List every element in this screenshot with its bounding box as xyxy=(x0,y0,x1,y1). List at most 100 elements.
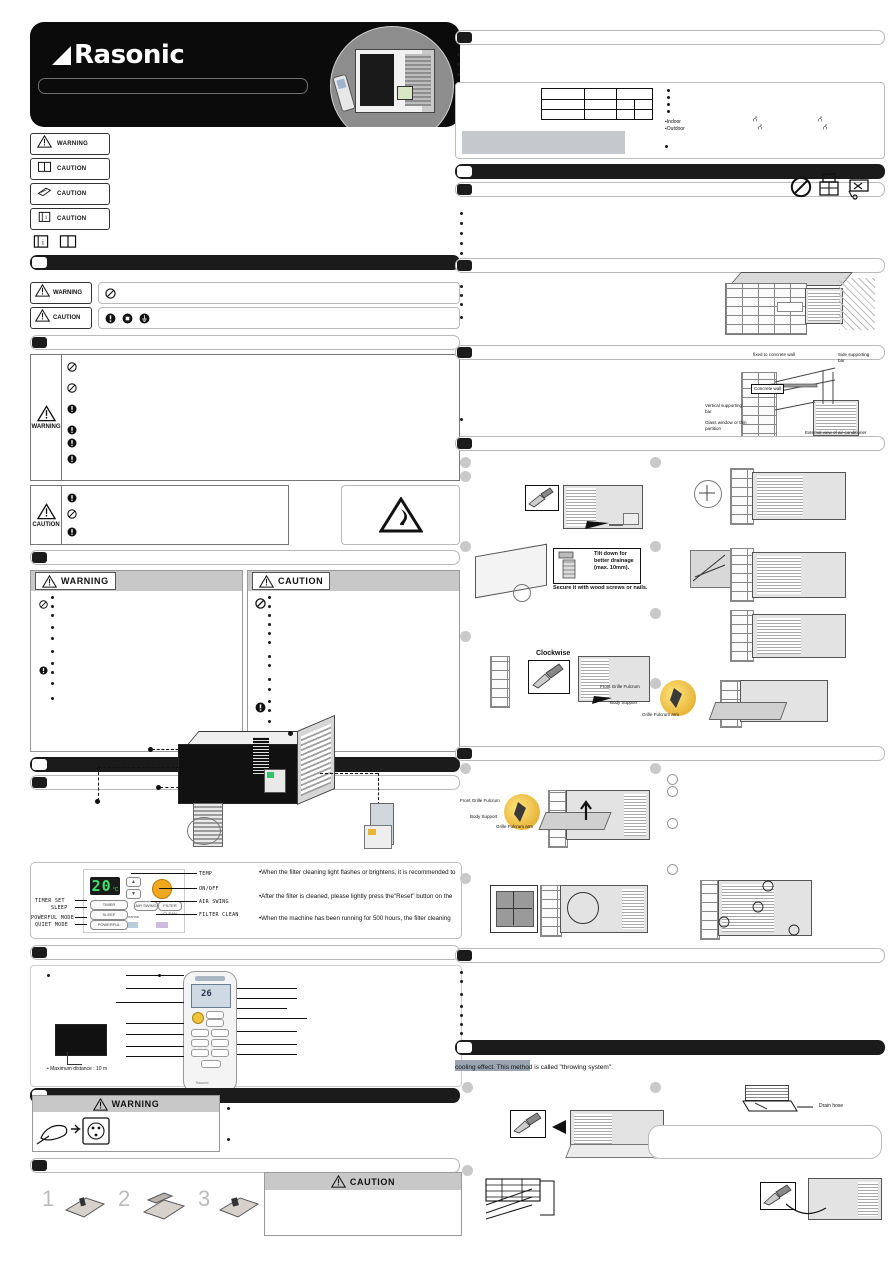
caution-side-text: CAUTION xyxy=(32,521,60,528)
timer-button[interactable]: TIMER xyxy=(90,900,128,910)
subsection-bar-install-location xyxy=(455,258,885,273)
label-outdoor: ▪Outdoor xyxy=(665,126,685,132)
legend-mandatory-box xyxy=(98,307,460,329)
chip-label: WARNING xyxy=(57,141,89,147)
hero-air-conditioner xyxy=(355,49,435,113)
plug-and-socket-icon xyxy=(36,1117,110,1145)
warning-triangle-icon xyxy=(92,1097,108,1111)
mandatory-icon xyxy=(35,662,51,680)
unit-body xyxy=(752,614,846,658)
wall-opening-illustration xyxy=(725,272,875,335)
unit-body xyxy=(560,885,648,933)
notice-panel-warning-head: WARNING xyxy=(31,571,242,591)
tilt-callout: Tilt down for better drainage (max. 10mm… xyxy=(553,548,641,584)
remote-temp-down-button[interactable] xyxy=(206,1019,224,1027)
filter-note-3: •When the machine has been running for 5… xyxy=(259,915,451,922)
label-body-support: Body Support xyxy=(610,700,638,705)
remote-fan-button[interactable] xyxy=(211,1029,229,1037)
remote-temp-up-button[interactable] xyxy=(206,1011,224,1019)
battery-caution-head: CAUTION xyxy=(265,1173,461,1190)
remote-power-button[interactable] xyxy=(192,1012,204,1024)
label-on-off: ON/OFF xyxy=(199,886,219,892)
warning-triangle-icon xyxy=(259,574,274,588)
temp-down-button[interactable]: ▼ xyxy=(126,889,141,899)
no-handcart-icon xyxy=(848,179,869,200)
warning-body xyxy=(62,355,459,480)
step-reassemble xyxy=(700,880,880,944)
remote-mode-button[interactable] xyxy=(191,1029,209,1037)
accessories-bullets xyxy=(458,208,463,258)
legend-prohibit-box xyxy=(98,282,460,304)
hatch-region xyxy=(839,278,875,330)
brick-wall xyxy=(730,468,754,525)
chassis-frame xyxy=(475,543,547,599)
label-grille-fulcrum-arm: Grille Fulcrum arm xyxy=(642,712,680,717)
label-powerful-mode: POWERFUL MODE xyxy=(31,915,75,921)
subsection-bar-front-grille xyxy=(455,746,885,761)
bar-knob xyxy=(32,257,47,268)
louver-direction-icon xyxy=(485,1178,555,1220)
drain-hose-illustration: Drain hose xyxy=(735,1085,875,1125)
powerful-button[interactable]: POWERFUL xyxy=(90,920,128,930)
remote-reset-button[interactable] xyxy=(201,1060,221,1068)
booklet-icon xyxy=(31,185,57,203)
prohibition-icon xyxy=(35,596,51,614)
step-power-connection xyxy=(760,1178,885,1228)
warning-triangle-icon xyxy=(36,405,56,422)
notice-panel-warning-body xyxy=(31,591,242,716)
specs-bullets-right xyxy=(665,87,670,115)
battery-warning-panel: WARNING xyxy=(32,1095,220,1152)
power-on-off-button[interactable] xyxy=(152,879,172,899)
battery-bullet-1 xyxy=(225,1103,230,1113)
step-marker xyxy=(460,763,471,774)
step-marker-outline xyxy=(667,774,678,785)
filter-note-1: •When the filter cleaning light flashes … xyxy=(259,869,456,876)
install-location-bullets xyxy=(458,282,463,325)
seal-detail xyxy=(690,550,732,588)
mandatory-icon xyxy=(252,700,268,718)
specs-gray-block xyxy=(462,131,625,154)
header-title-slot xyxy=(38,78,308,94)
battery-caution-title: CAUTION xyxy=(349,1176,396,1187)
display-value: 20 xyxy=(91,877,112,895)
remote-control-illustration[interactable]: 26 Rasonic xyxy=(183,971,237,1093)
battery-step-number: 2 xyxy=(118,1186,131,1211)
legend-caution-label: CAUTION xyxy=(53,315,81,321)
remote-powerful-button[interactable] xyxy=(211,1049,229,1057)
remote-swing-button[interactable] xyxy=(211,1039,229,1047)
temperature-display: 20 °C xyxy=(90,877,120,895)
nanoe-logo: nanoe xyxy=(128,914,140,919)
chip-warning: WARNING xyxy=(30,133,110,155)
air-swing-button[interactable]: AIR SWING xyxy=(134,901,158,911)
front-grille-bar-wrap xyxy=(455,746,885,761)
open-book-icon xyxy=(59,235,77,248)
label-timer-set: TIMER SET xyxy=(35,898,65,904)
subsection-bar-notices xyxy=(30,550,460,565)
open-book-icon xyxy=(31,160,57,178)
subsection-bar-checklist xyxy=(455,948,885,963)
bar-knob xyxy=(457,32,472,43)
step-marker xyxy=(650,608,661,619)
prohibition-icon xyxy=(105,287,116,299)
table-row xyxy=(541,99,653,110)
ground-icon xyxy=(139,313,150,323)
warning-side-text: WARNING xyxy=(31,424,61,430)
control-panel-detail-zoom xyxy=(364,825,392,849)
label-grille-fulcrum-arm: Grille Fulcrum arm xyxy=(496,824,534,829)
step-marker xyxy=(650,763,661,774)
assembly-markers xyxy=(718,880,800,936)
screwdriver-callout xyxy=(528,660,570,694)
table-row xyxy=(541,109,653,120)
remote-sleep-button[interactable] xyxy=(191,1049,209,1057)
filter-detail-circle xyxy=(187,817,221,845)
step-marker xyxy=(460,457,471,468)
brick-wall xyxy=(490,656,510,708)
step-marker xyxy=(460,631,471,642)
sleep-button[interactable]: SLEEP xyxy=(90,910,128,920)
caution-side-label: CAUTION xyxy=(31,486,62,544)
prohibition-icon xyxy=(67,380,81,398)
filter-clean-button[interactable]: FILTER CLEAN xyxy=(158,901,182,916)
remote-section xyxy=(30,945,460,960)
temp-up-button[interactable]: ▲ xyxy=(126,877,141,887)
remote-timer-button[interactable] xyxy=(191,1039,209,1047)
